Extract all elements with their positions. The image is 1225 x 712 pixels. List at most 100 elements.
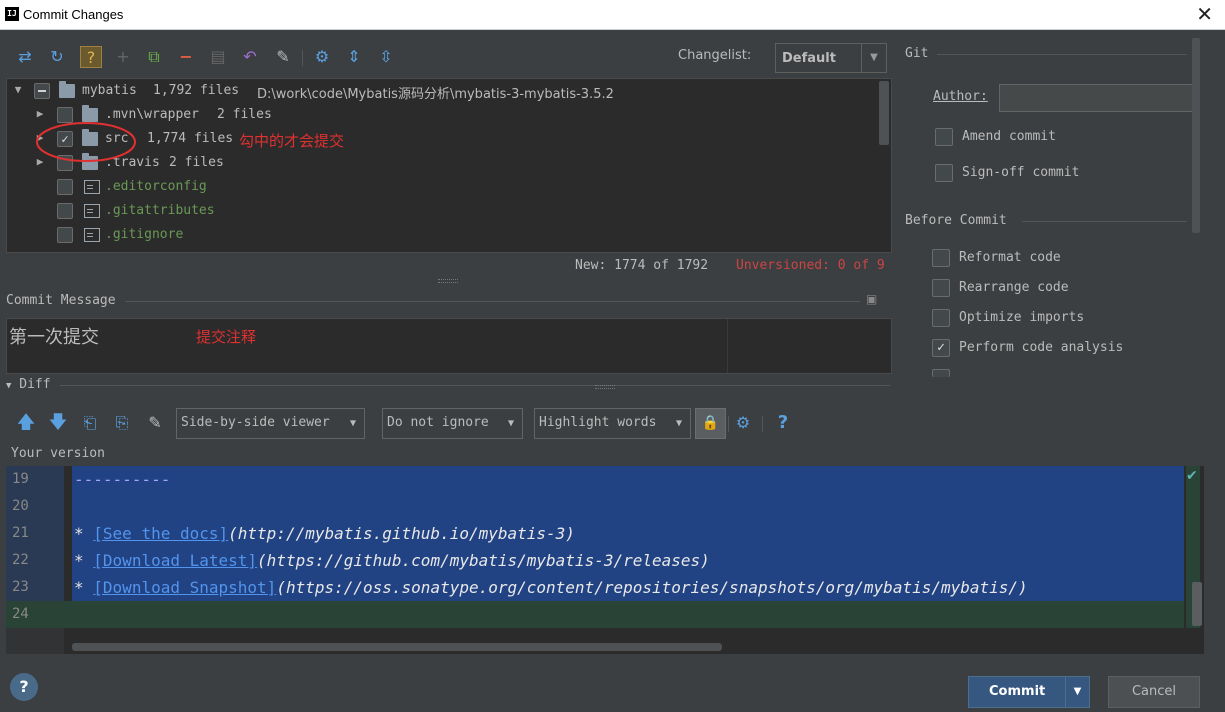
editor-vertical-scrollbar[interactable] [1192, 582, 1202, 626]
perform-code-analysis-label: Perform code analysis [959, 340, 1124, 355]
tree-scrollbar[interactable] [879, 81, 889, 145]
show-diff-icon[interactable]: ⇄ [14, 46, 36, 68]
added-region [64, 601, 1184, 628]
add-icon[interactable]: + [112, 46, 134, 68]
splitter-handle[interactable] [438, 279, 458, 283]
changes-toolbar: ⇄ ↻ ? + ⧉ − ▤ ↶ ✎ ⚙ ⇕ ⇳ [0, 42, 895, 74]
chevron-down-icon[interactable]: ▼ [1065, 677, 1089, 707]
refresh-icon[interactable]: ↻ [46, 46, 68, 68]
collapse-all-icon[interactable]: ⇳ [375, 46, 397, 68]
commit-message-label: Commit Message [6, 293, 116, 308]
cancel-button[interactable]: Cancel [1108, 676, 1200, 708]
git-options-panel: Git Author: Amend commit Sign-off commit… [897, 38, 1202, 378]
toolbar-separator [302, 50, 303, 66]
changelist-dropdown[interactable]: Default ▼ [775, 43, 887, 73]
viewer-dropdown[interactable]: Side-by-side viewer ▼ [176, 408, 365, 439]
remove-icon[interactable]: − [175, 46, 197, 68]
code-area[interactable]: ---------- * [See the docs](http://mybat… [64, 466, 1184, 654]
partial-checkbox[interactable] [932, 369, 950, 377]
your-version-label: Your version [11, 446, 105, 461]
markdown-url: (https://github.com/mybatis/mybatis-3/re… [257, 551, 710, 570]
right-margin-line [727, 319, 728, 373]
rollback-icon[interactable]: ↶ [239, 46, 261, 68]
tree-item-name: mybatis [82, 83, 137, 98]
gear-icon[interactable]: ⚙ [732, 412, 754, 434]
tree-item-count: 2 files [169, 155, 224, 170]
code-line: * [Download Latest](https://github.com/m… [74, 547, 710, 574]
markdown-link: [Download Latest] [93, 551, 258, 570]
markdown-link: [Download Snapshot] [93, 578, 277, 597]
chevron-down-icon: ▼ [861, 44, 886, 72]
author-input[interactable] [999, 84, 1195, 112]
commit-button[interactable]: Commit ▼ [968, 676, 1090, 708]
changelist-label: Changelist: [678, 48, 752, 63]
folder-icon [59, 81, 75, 98]
ignore-value: Do not ignore [387, 415, 489, 430]
unversioned-count[interactable]: Unversioned: 0 of 9 [736, 258, 885, 273]
message-annotation: 提交注释 [196, 328, 257, 346]
line-number: 21 [12, 525, 29, 541]
ignore-dropdown[interactable]: Do not ignore ▼ [382, 408, 523, 439]
item-checkbox[interactable] [57, 203, 73, 219]
editor-horizontal-scrollbar[interactable] [72, 643, 722, 651]
tree-item-path: D:\work\code\Mybatis源码分析\mybatis-3-mybat… [257, 87, 614, 102]
chevron-down-icon: ▼ [507, 418, 514, 429]
help-icon[interactable]: ? [772, 412, 794, 434]
optimize-imports-label: Optimize imports [959, 310, 1085, 325]
line-number: 19 [12, 471, 29, 487]
close-icon[interactable]: ✕ [1196, 3, 1213, 25]
commit-message-input[interactable]: 第一次提交 [6, 318, 892, 374]
previous-file-icon[interactable]: ⎗ [79, 412, 101, 434]
signoff-commit-checkbox[interactable] [935, 164, 953, 182]
tree-row[interactable]: .gitignore [7, 223, 877, 247]
optimize-imports-checkbox[interactable] [932, 309, 950, 327]
help-button[interactable]: ? [10, 673, 38, 701]
code-line: * [Download Snapshot](https://oss.sonaty… [74, 574, 1028, 601]
changes-tree: ▼ mybatis 1,792 files D:\work\code\Mybat… [6, 78, 892, 253]
lock-icon[interactable]: 🔒 [695, 408, 726, 439]
perform-code-analysis-checkbox[interactable]: ✓ [932, 339, 950, 357]
edit-source-icon[interactable]: ✎ [272, 46, 294, 68]
author-label: Author: [933, 89, 988, 104]
group-by-directory-icon[interactable]: ? [80, 46, 102, 68]
line-number: 22 [12, 552, 29, 568]
root-checkbox[interactable] [34, 83, 50, 99]
expand-all-icon[interactable]: ⇕ [343, 46, 365, 68]
message-history-icon[interactable]: ▣ [866, 292, 884, 308]
item-checkbox[interactable] [57, 227, 73, 243]
tree-row[interactable]: .gitattributes [7, 199, 877, 223]
line-number: 20 [12, 498, 29, 514]
panel-scrollbar[interactable] [1192, 38, 1200, 233]
next-file-icon[interactable]: ⎘ [111, 412, 133, 434]
tree-item-name: .gitattributes [105, 203, 215, 218]
splitter-handle[interactable] [595, 385, 615, 389]
toolbar-separator [762, 416, 763, 432]
diff-title: Diff [19, 377, 51, 392]
collapse-arrow-icon[interactable]: ▼ [11, 83, 25, 96]
tree-row-root[interactable]: ▼ mybatis 1,792 files D:\work\code\Mybat… [7, 79, 877, 103]
move-to-changelist-icon[interactable]: ⧉ [143, 46, 165, 68]
rearrange-code-checkbox[interactable] [932, 279, 950, 297]
bullet: * [74, 524, 84, 543]
arrow-down-icon[interactable]: 🡇 [47, 412, 69, 434]
tree-item-name: .gitignore [105, 227, 184, 242]
bullet: * [74, 578, 84, 597]
reformat-code-checkbox[interactable] [932, 249, 950, 267]
item-checkbox[interactable] [57, 179, 73, 195]
highlight-dropdown[interactable]: Highlight words ▼ [534, 408, 691, 439]
new-count: New: 1774 of 1792 [575, 258, 709, 273]
gear-icon[interactable]: ⚙ [311, 46, 333, 68]
expand-arrow-icon[interactable]: ▶ [33, 107, 47, 120]
edit-source-icon[interactable]: ✎ [144, 412, 166, 434]
arrow-up-icon[interactable]: 🡅 [15, 412, 37, 434]
new-changelist-icon[interactable]: ▤ [207, 46, 229, 68]
commit-button-label: Commit [989, 684, 1046, 699]
checked-annotation: 勾中的才会提交 [239, 132, 345, 150]
tree-item-name: .editorconfig [105, 179, 207, 194]
diff-editor[interactable]: 19 20 21 22 23 24 ---------- * [See the … [6, 466, 1204, 654]
git-section-title: Git [905, 46, 929, 61]
before-commit-title: Before Commit [905, 213, 1007, 228]
diff-header[interactable]: ▼ Diff [6, 377, 51, 392]
amend-commit-checkbox[interactable] [935, 128, 953, 146]
tree-row[interactable]: .editorconfig [7, 175, 877, 199]
